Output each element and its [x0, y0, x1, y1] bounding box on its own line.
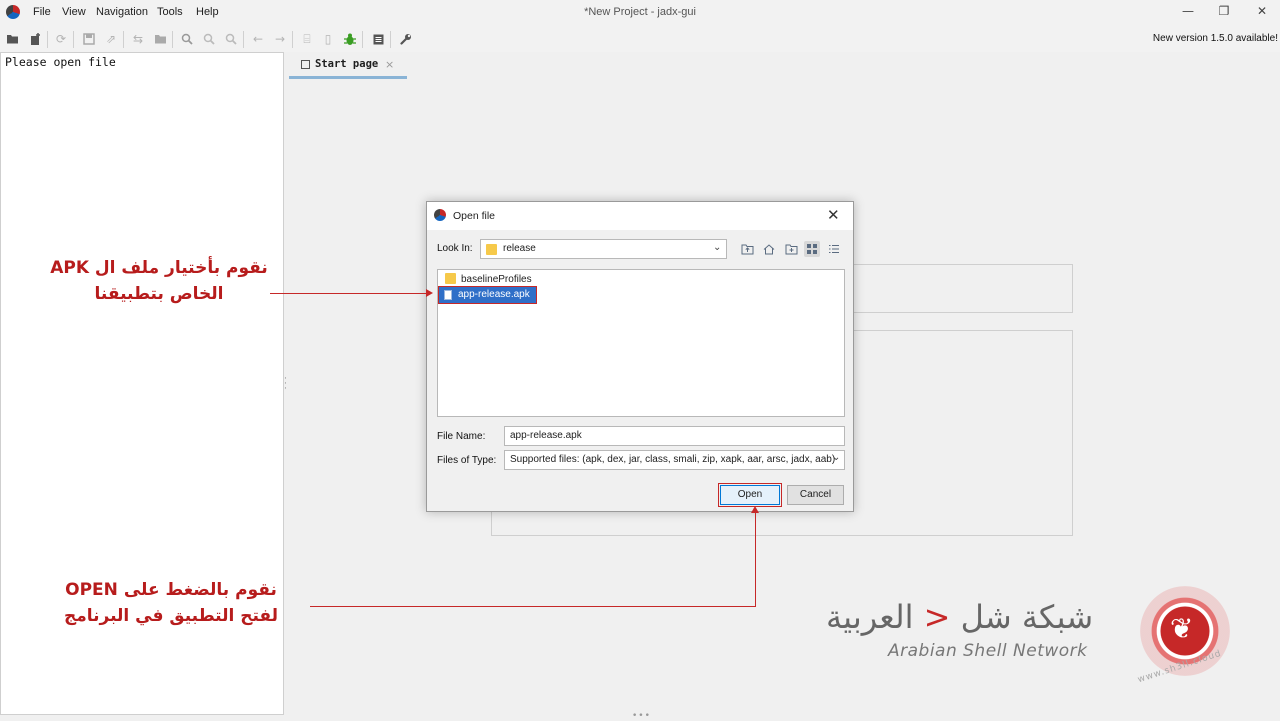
annotation-arrow-line: [270, 293, 430, 294]
active-tab-indicator: [289, 76, 407, 79]
details-view-icon[interactable]: [826, 241, 842, 257]
list-item-label: app-release.apk: [458, 289, 530, 300]
start-page-icon: [301, 60, 310, 69]
tab-start-page[interactable]: Start page ×: [293, 54, 407, 78]
export-icon[interactable]: ⇗: [103, 31, 119, 47]
deobfuscation-icon[interactable]: ▯: [320, 31, 336, 47]
annotation-line: الخاص بتطبيقنا: [94, 284, 224, 304]
tree-placeholder-text: Please open file: [5, 55, 116, 69]
toolbar-separator: [390, 31, 391, 48]
annotation-select-apk: نقوم بأختيار ملف ال APK الخاص بتطبيقنا: [30, 255, 288, 307]
toolbar-separator: [292, 31, 293, 48]
watermark-name-part: العربية: [826, 598, 914, 636]
open-button[interactable]: Open: [718, 483, 782, 507]
menu-navigation[interactable]: Navigation: [96, 6, 148, 18]
forward-arrow-icon[interactable]: →: [272, 31, 288, 47]
tab-close-icon[interactable]: ×: [385, 58, 394, 71]
list-item-label: baselineProfiles: [461, 274, 532, 285]
file-type-label: Files of Type:: [437, 455, 497, 466]
add-files-icon[interactable]: [27, 31, 43, 47]
menu-help[interactable]: Help: [196, 6, 219, 18]
menu-tools[interactable]: Tools: [157, 6, 183, 18]
toolbar: ⟳ ⇗ ⇆ ← → ⌸ ▯ New version 1.5.0 availabl…: [0, 27, 1280, 52]
home-icon[interactable]: [761, 241, 777, 257]
toolbar-separator: [47, 31, 48, 48]
save-all-icon[interactable]: [81, 31, 97, 47]
title-bar: File View Navigation Tools Help *New Pro…: [0, 0, 1280, 27]
look-in-select[interactable]: release ⌄: [480, 239, 727, 259]
folder-icon: [445, 273, 456, 284]
annotation-arrow-line: [755, 512, 756, 607]
annotation-line: نقوم بأختيار ملف ال APK: [50, 258, 268, 278]
annotation-arrow-line: [310, 606, 756, 607]
dialog-title: Open file: [453, 210, 496, 222]
search-icon[interactable]: [179, 31, 195, 47]
flatten-packages-icon[interactable]: [152, 31, 168, 47]
new-folder-icon[interactable]: [783, 241, 799, 257]
file-name-label: File Name:: [437, 431, 486, 442]
watermark-subtitle: Arabian Shell Network: [888, 641, 1088, 661]
file-name-input[interactable]: app-release.apk: [504, 426, 845, 446]
dialog-title-bar: Open file ✕: [427, 202, 853, 230]
list-view-icon[interactable]: [804, 241, 820, 257]
folder-icon: [486, 244, 497, 255]
close-window-button[interactable]: ✕: [1250, 4, 1274, 22]
log-viewer-icon[interactable]: [370, 31, 386, 47]
annotation-press-open: نقوم بالضغط على OPEN لفتح التطبيق في الب…: [30, 577, 312, 629]
annotation-line: لفتح التطبيق في البرنامج: [63, 606, 279, 626]
quark-icon[interactable]: ⌸: [299, 31, 315, 47]
sync-tree-icon[interactable]: ⇆: [130, 31, 146, 47]
list-item-selected[interactable]: app-release.apk: [438, 286, 537, 304]
maximize-button[interactable]: ❐: [1212, 4, 1236, 22]
window-title: *New Project - jadx-gui: [584, 6, 696, 18]
tab-label: Start page: [315, 58, 379, 70]
file-type-value: Supported files: (apk, dex, jar, class, …: [510, 454, 836, 465]
look-in-value: release: [503, 243, 536, 254]
annotation-line: نقوم بالضغط على OPEN: [65, 580, 277, 600]
file-type-select[interactable]: Supported files: (apk, dex, jar, class, …: [504, 450, 845, 470]
open-folder-icon[interactable]: [5, 31, 21, 47]
splitter-handle[interactable]: · · ·: [284, 375, 288, 394]
update-notice[interactable]: New version 1.5.0 available!: [1153, 33, 1278, 44]
toolbar-separator: [123, 31, 124, 48]
up-folder-icon[interactable]: [739, 241, 755, 257]
preferences-wrench-icon[interactable]: [398, 31, 414, 47]
file-icon: [444, 290, 452, 300]
debug-bug-icon[interactable]: [342, 31, 358, 47]
watermark-caret: <: [923, 598, 951, 636]
find-class-icon[interactable]: [201, 31, 217, 47]
jadx-logo-icon: [6, 5, 20, 19]
toolbar-separator: [243, 31, 244, 48]
minimize-button[interactable]: —: [1176, 4, 1200, 22]
chevron-down-icon: ⌄: [713, 242, 722, 253]
watermark-arabic-name: شبكة شل < العربية: [826, 598, 1093, 636]
scorpion-icon: ❦: [1170, 612, 1194, 645]
chevron-down-icon: ⌄: [832, 452, 841, 463]
jadx-logo-icon: [434, 209, 446, 221]
toolbar-separator: [362, 31, 363, 48]
back-arrow-icon[interactable]: ←: [250, 31, 266, 47]
cancel-button[interactable]: Cancel: [787, 485, 844, 505]
watermark-name-part: شبكة شل: [960, 598, 1094, 636]
list-item[interactable]: baselineProfiles: [440, 272, 560, 286]
menu-view[interactable]: View: [62, 6, 86, 18]
open-file-dialog: Open file ✕ Look In: release ⌄ baselineP…: [426, 201, 854, 512]
arrow-head-icon: [751, 506, 759, 513]
reload-icon[interactable]: ⟳: [53, 31, 69, 47]
toolbar-separator: [172, 31, 173, 48]
look-in-label: Look In:: [437, 243, 473, 254]
find-usage-icon[interactable]: [223, 31, 239, 47]
menu-file[interactable]: File: [33, 6, 51, 18]
toolbar-separator: [73, 31, 74, 48]
arrow-head-icon: [426, 289, 433, 297]
file-list[interactable]: baselineProfiles app-release.apk: [437, 269, 845, 417]
dialog-close-icon[interactable]: ✕: [827, 206, 840, 224]
